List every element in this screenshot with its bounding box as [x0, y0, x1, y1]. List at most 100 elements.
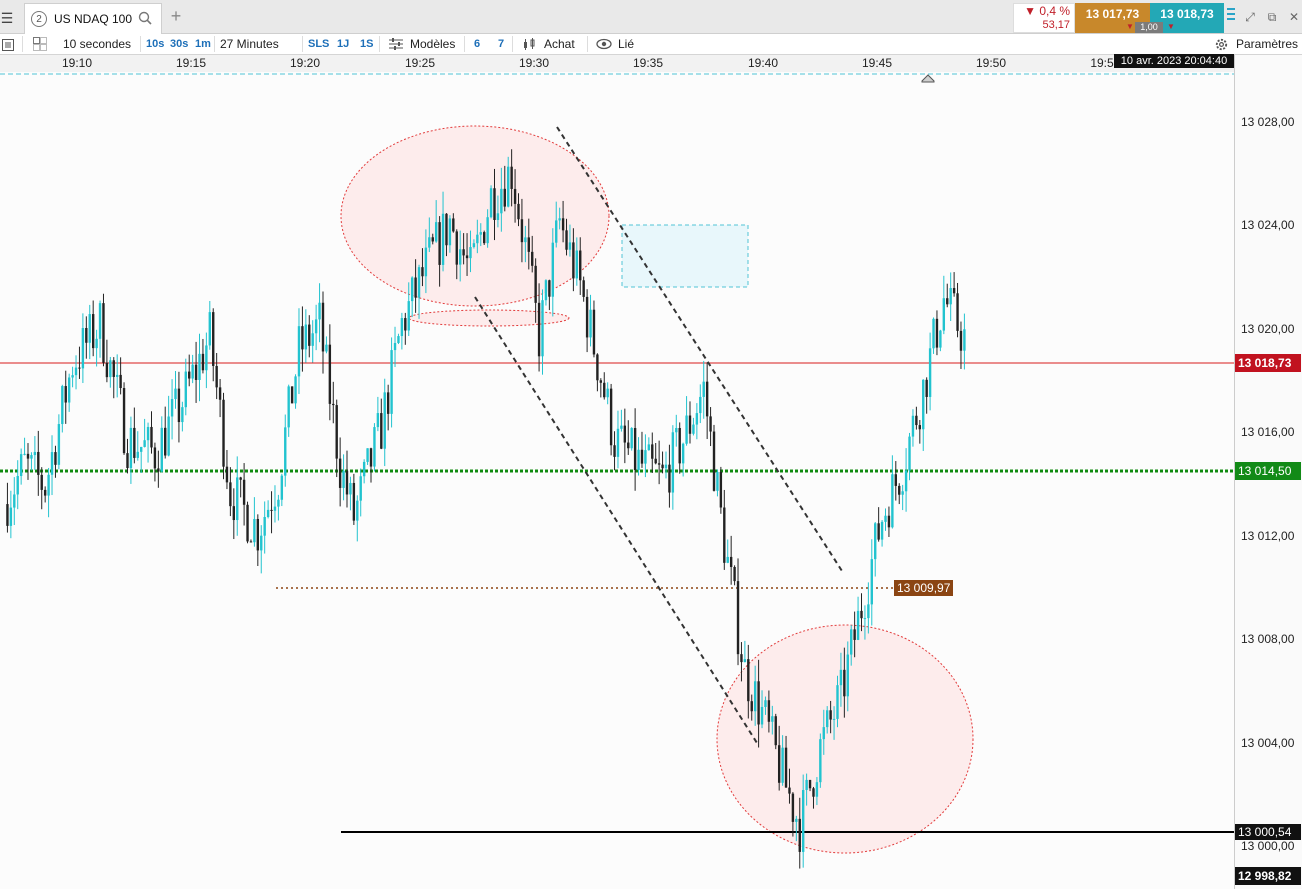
candle-body: [496, 213, 500, 220]
interval-select[interactable]: 10 secondes: [63, 34, 131, 54]
chart-type-icon[interactable]: [522, 37, 538, 57]
price-label: 13 028,00: [1241, 115, 1295, 129]
tab-title: US NDAQ 100: [54, 12, 133, 26]
search-icon[interactable]: [138, 11, 152, 28]
candle-body: [369, 448, 373, 467]
interval-10s-button[interactable]: 10s: [146, 34, 164, 54]
candle-body: [194, 364, 198, 380]
candle-body: [846, 654, 849, 697]
candle-body: [565, 230, 568, 250]
candle-body: [277, 499, 280, 507]
templates-button[interactable]: Modèles: [410, 34, 455, 54]
candle-body: [777, 745, 781, 783]
price-label: 13 016,00: [1241, 425, 1295, 439]
candle-body: [771, 716, 774, 722]
candle-body: [661, 464, 664, 469]
list-icon[interactable]: [2, 37, 14, 57]
grip-icon[interactable]: [1226, 6, 1236, 22]
template-7-button[interactable]: 7: [498, 34, 504, 54]
range-1s-button[interactable]: 1S: [360, 34, 373, 54]
price-label: 13 004,00: [1241, 736, 1295, 750]
candle-body: [836, 685, 839, 719]
candle-body: [946, 298, 949, 305]
range-1j-button[interactable]: 1J: [337, 34, 349, 54]
candle-body: [870, 559, 873, 605]
candle-body: [260, 535, 263, 551]
candle-body: [808, 779, 812, 789]
candle-body: [304, 324, 308, 350]
layout-icon[interactable]: [33, 37, 47, 57]
candle-body: [146, 426, 150, 441]
candle-body: [462, 249, 465, 256]
small-ellipse[interactable]: [408, 309, 570, 327]
candle-body: [19, 454, 23, 476]
candle-body: [13, 494, 16, 508]
candle-body: [692, 424, 695, 434]
quantity-up-icon[interactable]: ▼: [1167, 22, 1175, 31]
quantity-down-icon[interactable]: ▼: [1126, 22, 1134, 31]
eye-icon[interactable]: [596, 37, 612, 57]
close-icon[interactable]: ✕: [1286, 9, 1302, 25]
add-tab-icon[interactable]: +: [168, 7, 184, 26]
template-6-button[interactable]: 6: [474, 34, 480, 54]
candle-body: [414, 277, 417, 298]
tab-us-ndaq-100[interactable]: 2 US NDAQ 100: [24, 3, 162, 34]
candle-body: [743, 659, 747, 663]
brown-level-tag: 13 009,97: [894, 580, 954, 596]
quantity-field[interactable]: 1,00: [1135, 22, 1163, 33]
templates-icon[interactable]: [388, 37, 404, 57]
price-chart[interactable]: [0, 55, 1234, 889]
green-level-tag: 13 014,50: [1235, 462, 1301, 480]
candle-body: [863, 618, 867, 620]
candle-body: [887, 515, 891, 528]
candle-body: [753, 681, 757, 712]
interval-1m-button[interactable]: 1m: [195, 34, 211, 54]
settings-button[interactable]: Paramètres: [1236, 34, 1298, 54]
top-bar: ☰ 2 US NDAQ 100 + ▼ 0,4 % 53,17 13 017,7…: [0, 0, 1302, 34]
candle-body: [599, 380, 603, 383]
candle-body: [541, 300, 544, 357]
low-price-tag: 12 998,82: [1235, 867, 1301, 885]
candle-body: [362, 461, 366, 477]
candle-body: [489, 188, 493, 218]
candle-body: [503, 188, 506, 207]
candle-body: [23, 453, 26, 455]
candle-body: [140, 446, 143, 452]
candle-body: [517, 203, 520, 220]
candle-body: [208, 312, 211, 346]
candle-body: [596, 354, 599, 381]
daily-change: ▼ 0,4 % 53,17: [1013, 3, 1075, 33]
candle-body: [177, 388, 181, 423]
channel-upper-line[interactable]: [556, 126, 843, 572]
candle-body: [568, 242, 572, 250]
candle-body: [352, 482, 356, 521]
candle-body: [795, 818, 798, 822]
buy-button[interactable]: Achat: [544, 34, 575, 54]
duration-select[interactable]: 27 Minutes: [220, 34, 279, 54]
candle-body: [894, 474, 897, 486]
candle-body: [884, 515, 887, 522]
expand-icon[interactable]: ⤢: [1242, 9, 1258, 25]
candle-body: [623, 425, 627, 443]
candle-body: [290, 386, 294, 404]
channel-lower-line[interactable]: [474, 296, 758, 744]
change-value: 53,17: [1042, 19, 1070, 31]
home-marker-icon[interactable]: [921, 74, 935, 83]
candle-body: [850, 629, 853, 655]
menu-icon[interactable]: ☰: [0, 4, 14, 32]
candle-body: [273, 506, 277, 511]
top-zone-ellipse[interactable]: [340, 125, 610, 307]
popout-icon[interactable]: ⧉: [1264, 9, 1280, 25]
candle-body: [386, 392, 390, 414]
candle-body: [174, 388, 177, 400]
candle-body: [246, 504, 249, 542]
candle-body: [949, 288, 952, 305]
candle-body: [750, 701, 753, 712]
linked-button[interactable]: Lié: [618, 34, 634, 54]
candle-body: [922, 379, 925, 430]
candle-body: [472, 243, 476, 248]
interval-30s-button[interactable]: 30s: [170, 34, 188, 54]
range-sls-button[interactable]: SLS: [308, 34, 329, 54]
candle-body: [236, 477, 239, 521]
candle-body: [805, 779, 808, 791]
